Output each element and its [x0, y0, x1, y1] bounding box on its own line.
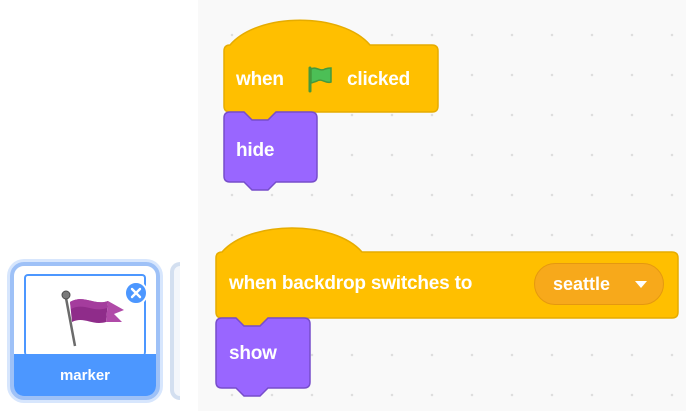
show-label: show — [229, 343, 277, 364]
script-block-shapes — [215, 19, 679, 397]
when-backdrop-switches-label: when backdrop switches to — [229, 273, 473, 294]
chevron-down-icon — [635, 281, 647, 288]
hide-label: hide — [236, 140, 275, 161]
green-flag-icon — [308, 66, 332, 93]
clicked-label: clicked — [347, 69, 411, 90]
backdrop-dropdown[interactable]: seattle — [534, 263, 664, 305]
backdrop-dropdown-value: seattle — [553, 273, 611, 294]
when-label: when — [236, 69, 284, 90]
